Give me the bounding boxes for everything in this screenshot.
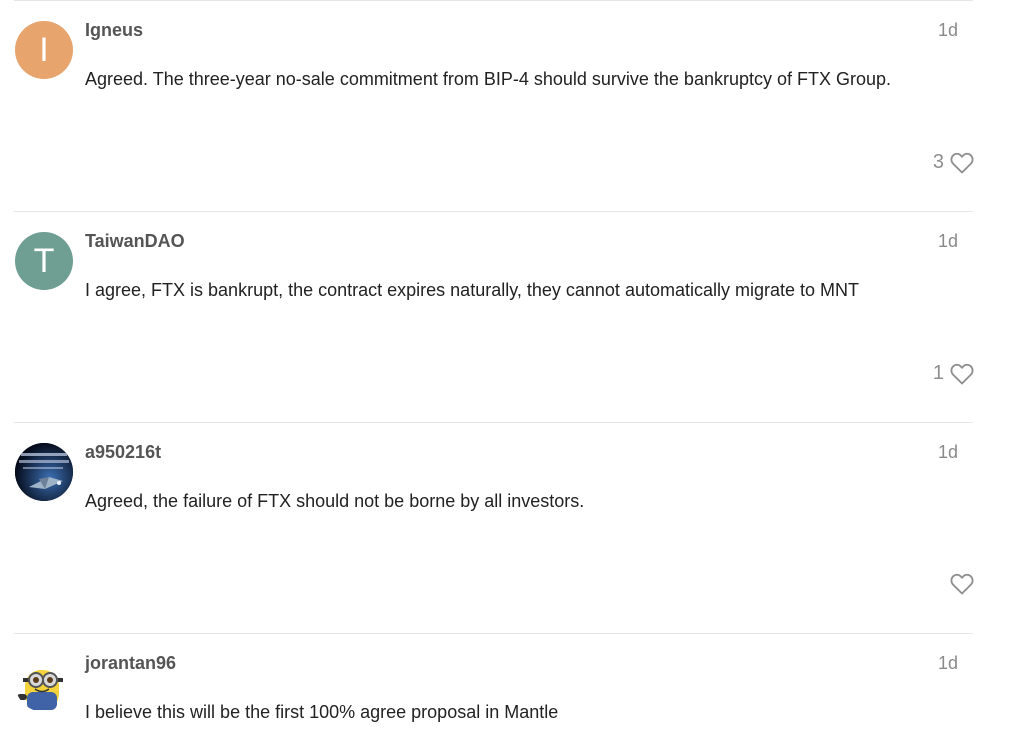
heart-icon[interactable]	[950, 573, 974, 595]
like-count: 3	[932, 151, 944, 173]
post-body: I agree, FTX is bankrupt, the contract e…	[85, 280, 860, 300]
avatar-letter: T	[33, 242, 55, 280]
post-divider	[14, 211, 973, 212]
heart-icon[interactable]	[950, 152, 974, 174]
minion-avatar[interactable]	[15, 654, 73, 712]
like-button[interactable]	[944, 573, 974, 595]
like-button[interactable]: 3	[933, 151, 974, 174]
post-body: Agreed, the failure of FTX should not be…	[85, 491, 585, 511]
username[interactable]: a950216t	[85, 442, 161, 463]
post: I Igneus 1d Agreed. The three-year no-sa…	[0, 0, 1024, 211]
username[interactable]: Igneus	[85, 20, 143, 41]
space-ship-photo-icon	[15, 443, 73, 501]
post-divider	[14, 422, 973, 423]
minion-icon	[17, 670, 63, 710]
post-date[interactable]: 1d	[938, 442, 958, 463]
space-ship-photo-avatar[interactable]	[15, 443, 73, 501]
like-button[interactable]: 1	[933, 362, 974, 385]
post: a950216t 1d Agreed, the failure of FTX s…	[0, 422, 1024, 633]
post-body: I believe this will be the first 100% ag…	[85, 702, 559, 722]
post-divider	[14, 0, 973, 1]
post-date[interactable]: 1d	[938, 231, 958, 252]
username[interactable]: TaiwanDAO	[85, 231, 185, 252]
post: jorantan96 1d I believe this will be the…	[0, 633, 1024, 749]
heart-icon[interactable]	[950, 363, 974, 385]
post-date[interactable]: 1d	[938, 20, 958, 41]
avatar[interactable]: I	[15, 21, 73, 79]
username[interactable]: jorantan96	[85, 653, 176, 674]
avatar-letter: I	[39, 31, 49, 69]
post-date[interactable]: 1d	[938, 653, 958, 674]
post: T TaiwanDAO 1d I agree, FTX is bankrupt,…	[0, 211, 1024, 422]
post-divider	[14, 633, 973, 634]
like-count: 1	[932, 362, 944, 384]
post-body: Agreed. The three-year no-sale commitmen…	[85, 69, 892, 89]
avatar[interactable]: T	[15, 232, 73, 290]
